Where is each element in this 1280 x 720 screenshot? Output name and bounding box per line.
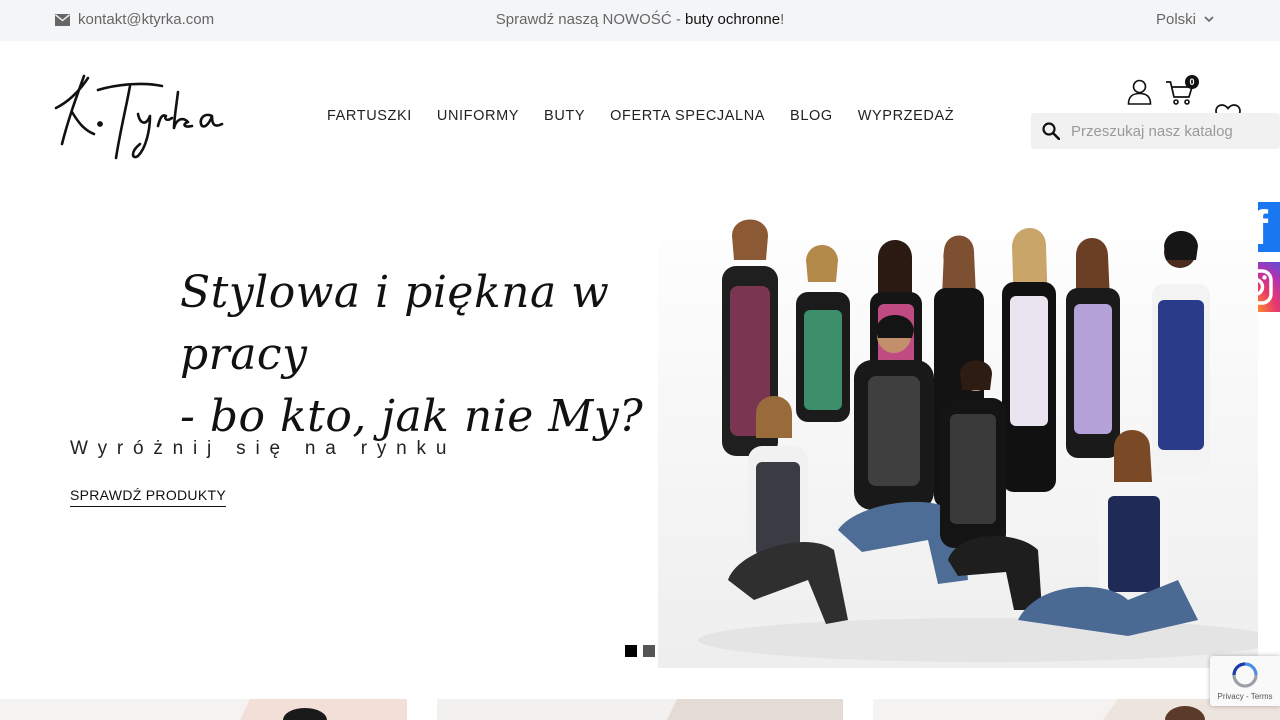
language-label: Polski <box>1156 11 1197 28</box>
category-tile-2[interactable] <box>437 699 843 720</box>
nav-item-oferta-specjalna[interactable]: OFERTA SPECJALNA <box>610 108 765 124</box>
nav-item-blog[interactable]: BLOG <box>790 108 833 124</box>
promo-banner: Sprawdź naszą NOWOŚĆ - buty ochronne! <box>0 11 1280 28</box>
nav-item-buty[interactable]: BUTY <box>544 108 585 124</box>
promo-text: Sprawdź naszą NOWOŚĆ - <box>495 11 685 28</box>
top-bar: kontakt@ktyrka.com Sprawdź naszą NOWOŚĆ … <box>0 0 1280 41</box>
language-selector[interactable]: Polski <box>1156 11 1214 28</box>
user-icon[interactable] <box>1127 79 1152 105</box>
nav-item-uniformy[interactable]: UNIFORMY <box>437 108 519 124</box>
slider-pagination <box>625 645 655 657</box>
nav-item-fartuszki[interactable]: FARTUSZKI <box>327 108 412 124</box>
recaptcha-icon <box>1232 662 1258 688</box>
search-icon[interactable] <box>1042 122 1060 140</box>
slider-dot-1[interactable] <box>625 645 637 657</box>
promo-link[interactable]: buty ochronne <box>685 11 780 28</box>
promo-suffix: ! <box>780 11 785 28</box>
hero-subtitle: Wyróżnij się na rynku <box>70 438 457 459</box>
category-tile-1-image <box>0 699 407 720</box>
hero-group-photo <box>658 200 1258 668</box>
main-nav: FARTUSZKI UNIFORMY BUTY OFERTA SPECJALNA… <box>327 108 954 124</box>
search-input[interactable] <box>1071 122 1271 140</box>
hero-title: Stylowa i piękna w pracy - bo kto, jak n… <box>180 262 660 448</box>
category-tile-1[interactable] <box>0 699 407 720</box>
category-tile-2-image <box>437 699 843 720</box>
recaptcha-badge[interactable]: Privacy - Terms <box>1210 656 1280 706</box>
slider-dot-2[interactable] <box>643 645 655 657</box>
recaptcha-links[interactable]: Privacy - Terms <box>1210 692 1280 701</box>
logo[interactable] <box>54 68 224 164</box>
nav-item-wyprzedaz[interactable]: WYPRZEDAŻ <box>858 108 954 124</box>
hero-title-line-1: Stylowa i piękna w pracy <box>180 267 610 380</box>
search-box <box>1031 113 1280 149</box>
check-products-button[interactable]: SPRAWDŹ PRODUKTY <box>70 487 226 507</box>
cart-count-badge: 0 <box>1185 75 1199 89</box>
chevron-down-icon <box>1204 16 1214 23</box>
